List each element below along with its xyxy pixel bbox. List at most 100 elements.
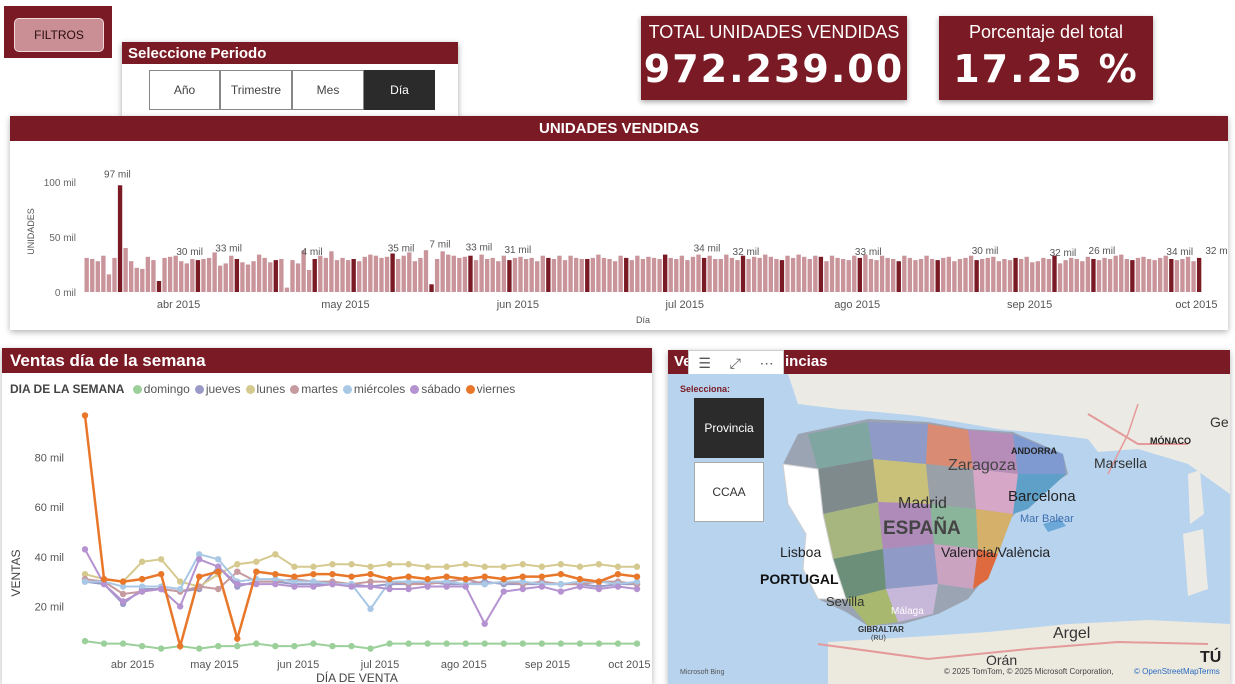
bar-mark[interactable] [774,259,779,292]
bar-mark[interactable] [496,261,501,292]
bar-mark[interactable] [195,260,201,292]
bar-mark[interactable] [117,185,123,292]
series-point[interactable] [119,640,127,647]
bar-mark[interactable] [674,259,679,292]
series-point[interactable] [576,640,584,647]
bar-mark[interactable] [579,259,584,292]
series-point[interactable] [157,556,165,563]
series-point[interactable] [557,561,565,568]
period-option-day[interactable]: Día [364,70,435,110]
bar-mark[interactable] [1191,261,1196,292]
bar-mark[interactable] [306,270,312,292]
bar-mark[interactable] [935,260,940,292]
series-point[interactable] [405,573,412,580]
bar-mark[interactable] [173,255,178,292]
bar-mark[interactable] [713,259,718,292]
bar-mark[interactable] [451,255,456,292]
series-line-lunes[interactable] [84,553,637,588]
bar-mark[interactable] [818,256,824,292]
filters-button[interactable]: FILTROS [14,18,104,52]
bar-mark[interactable] [217,265,223,292]
bar-mark[interactable] [323,257,329,292]
bar-mark[interactable] [685,260,690,292]
bar-mark[interactable] [179,261,184,292]
bar-mark[interactable] [585,259,590,292]
period-option-year[interactable]: Año [149,70,220,110]
bar-mark[interactable] [840,259,846,292]
bar-mark[interactable] [1057,263,1063,292]
weekday-sales-chart[interactable]: VENTAS 20 mil 40 mil 60 mil 80 mil abr 2015 ma… [2,398,652,684]
bar-mark[interactable] [913,260,918,292]
series-point[interactable] [595,561,603,568]
bar-mark[interactable] [596,254,601,292]
series-point[interactable] [310,570,317,578]
series-point[interactable] [386,585,393,593]
bar-mark[interactable] [980,259,985,292]
bar-mark[interactable] [529,257,534,292]
series-point[interactable] [500,640,507,647]
bar-mark[interactable] [145,256,151,292]
bar-mark[interactable] [234,259,240,292]
series-point[interactable] [386,640,393,647]
bar-mark[interactable] [457,257,462,292]
bar-mark[interactable] [740,255,746,292]
bar-mark[interactable] [668,257,673,292]
series-point[interactable] [100,640,108,647]
bar-mark[interactable] [1141,256,1146,292]
bar-mark[interactable] [1152,260,1157,292]
series-point[interactable] [234,568,241,575]
series-point[interactable] [119,590,127,598]
bar-mark[interactable] [1130,260,1135,292]
bar-mark[interactable] [802,256,807,292]
bar-mark[interactable] [924,255,929,292]
bar-mark[interactable] [167,256,173,292]
bar-mark[interactable] [468,255,473,292]
bar-mark[interactable] [1102,257,1107,292]
bar-mark[interactable] [996,261,1002,292]
bar-mark[interactable] [863,254,868,292]
series-point[interactable] [234,580,241,588]
series-point[interactable] [81,637,89,645]
series-point[interactable] [272,642,279,650]
bar-mark[interactable] [206,257,212,292]
series-point[interactable] [138,575,146,583]
series-point[interactable] [538,573,546,580]
bar-mark[interactable] [902,255,907,292]
bar-mark[interactable] [201,259,206,292]
bar-mark[interactable] [790,257,796,292]
bar-mark[interactable] [368,254,373,292]
bar-mark[interactable] [701,257,707,292]
series-point[interactable] [367,563,374,570]
series-point[interactable] [196,573,203,580]
series-point[interactable] [557,580,565,588]
bar-mark[interactable] [212,252,217,292]
series-point[interactable] [348,573,355,580]
bar-mark[interactable] [1052,255,1057,292]
series-point[interactable] [462,575,469,583]
series-point[interactable] [310,640,317,647]
series-point[interactable] [100,575,108,583]
bar-mark[interactable] [707,255,712,292]
bar-mark[interactable] [557,255,562,292]
legend-item[interactable]: martes [290,382,338,396]
bar-mark[interactable] [590,257,596,292]
series-point[interactable] [253,558,260,565]
legend-item[interactable]: lunes [245,382,285,396]
bar-mark[interactable] [256,254,262,292]
series-point[interactable] [424,563,431,570]
series-point[interactable] [500,563,507,570]
series-point[interactable] [81,578,89,585]
bar-mark[interactable] [879,255,885,292]
bar-mark[interactable] [357,261,362,292]
bar-mark[interactable] [473,260,479,292]
series-point[interactable] [614,583,622,590]
bar-mark[interactable] [612,261,618,292]
bar-mark[interactable] [1063,260,1068,292]
bar-mark[interactable] [735,260,740,292]
legend-item[interactable]: jueves [194,382,241,396]
bar-mark[interactable] [273,260,278,292]
series-point[interactable] [538,563,546,570]
series-point[interactable] [443,583,450,590]
bar-mark[interactable] [84,257,89,292]
bar-mark[interactable] [1096,260,1102,292]
